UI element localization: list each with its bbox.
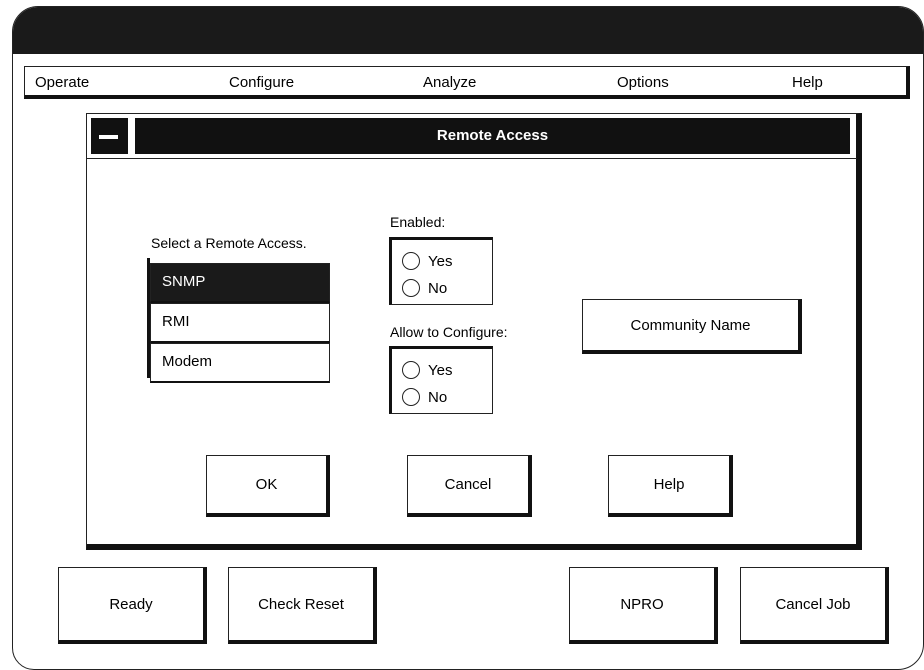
enabled-yes-label: Yes [428,253,453,270]
title-divider [87,158,857,159]
menu-help[interactable]: Help [792,74,823,91]
npro-button[interactable]: NPRO [569,567,718,644]
remote-access-list[interactable]: SNMP RMI Modem [147,258,330,383]
check-reset-button[interactable]: Check Reset [228,567,377,644]
enabled-yes-radio[interactable]: Yes [402,251,452,273]
allow-configure-yes-radio[interactable]: Yes [402,360,452,382]
allow-configure-label: Allow to Configure: [390,324,508,340]
ready-button[interactable]: Ready [58,567,207,644]
enabled-no-radio[interactable]: No [402,278,447,300]
list-item-rmi[interactable]: RMI [150,303,330,343]
radio-circle-icon [402,278,420,297]
radio-circle-icon [402,360,420,379]
allow-configure-radio-group: Yes No [389,346,493,414]
system-menu-button[interactable] [91,118,128,154]
enabled-radio-group: Yes No [389,237,493,305]
list-label: Select a Remote Access. [151,235,307,251]
community-name-button[interactable]: Community Name [582,299,802,354]
list-item-modem[interactable]: Modem [150,343,330,383]
help-button[interactable]: Help [608,455,733,517]
dialog-title: Remote Access [135,118,850,154]
menu-bar: Operate Configure Analyze Options Help [24,66,910,99]
cancel-button[interactable]: Cancel [407,455,532,517]
menu-operate[interactable]: Operate [35,74,89,91]
enabled-label: Enabled: [390,214,446,230]
allow-configure-no-radio[interactable]: No [402,387,447,409]
remote-access-dialog: Remote Access Select a Remote Access. SN… [86,113,862,550]
radio-circle-icon [402,387,420,406]
ok-button[interactable]: OK [206,455,330,517]
allow-configure-no-label: No [428,389,448,406]
list-item-snmp[interactable]: SNMP [150,263,330,303]
enabled-no-label: No [428,280,448,297]
minus-icon [99,135,118,139]
radio-circle-icon [402,251,420,270]
cancel-job-button[interactable]: Cancel Job [740,567,889,644]
menu-configure[interactable]: Configure [229,74,294,91]
top-bar [13,7,923,54]
menu-options[interactable]: Options [617,74,669,91]
allow-configure-yes-label: Yes [428,362,453,379]
menu-analyze[interactable]: Analyze [423,74,476,91]
